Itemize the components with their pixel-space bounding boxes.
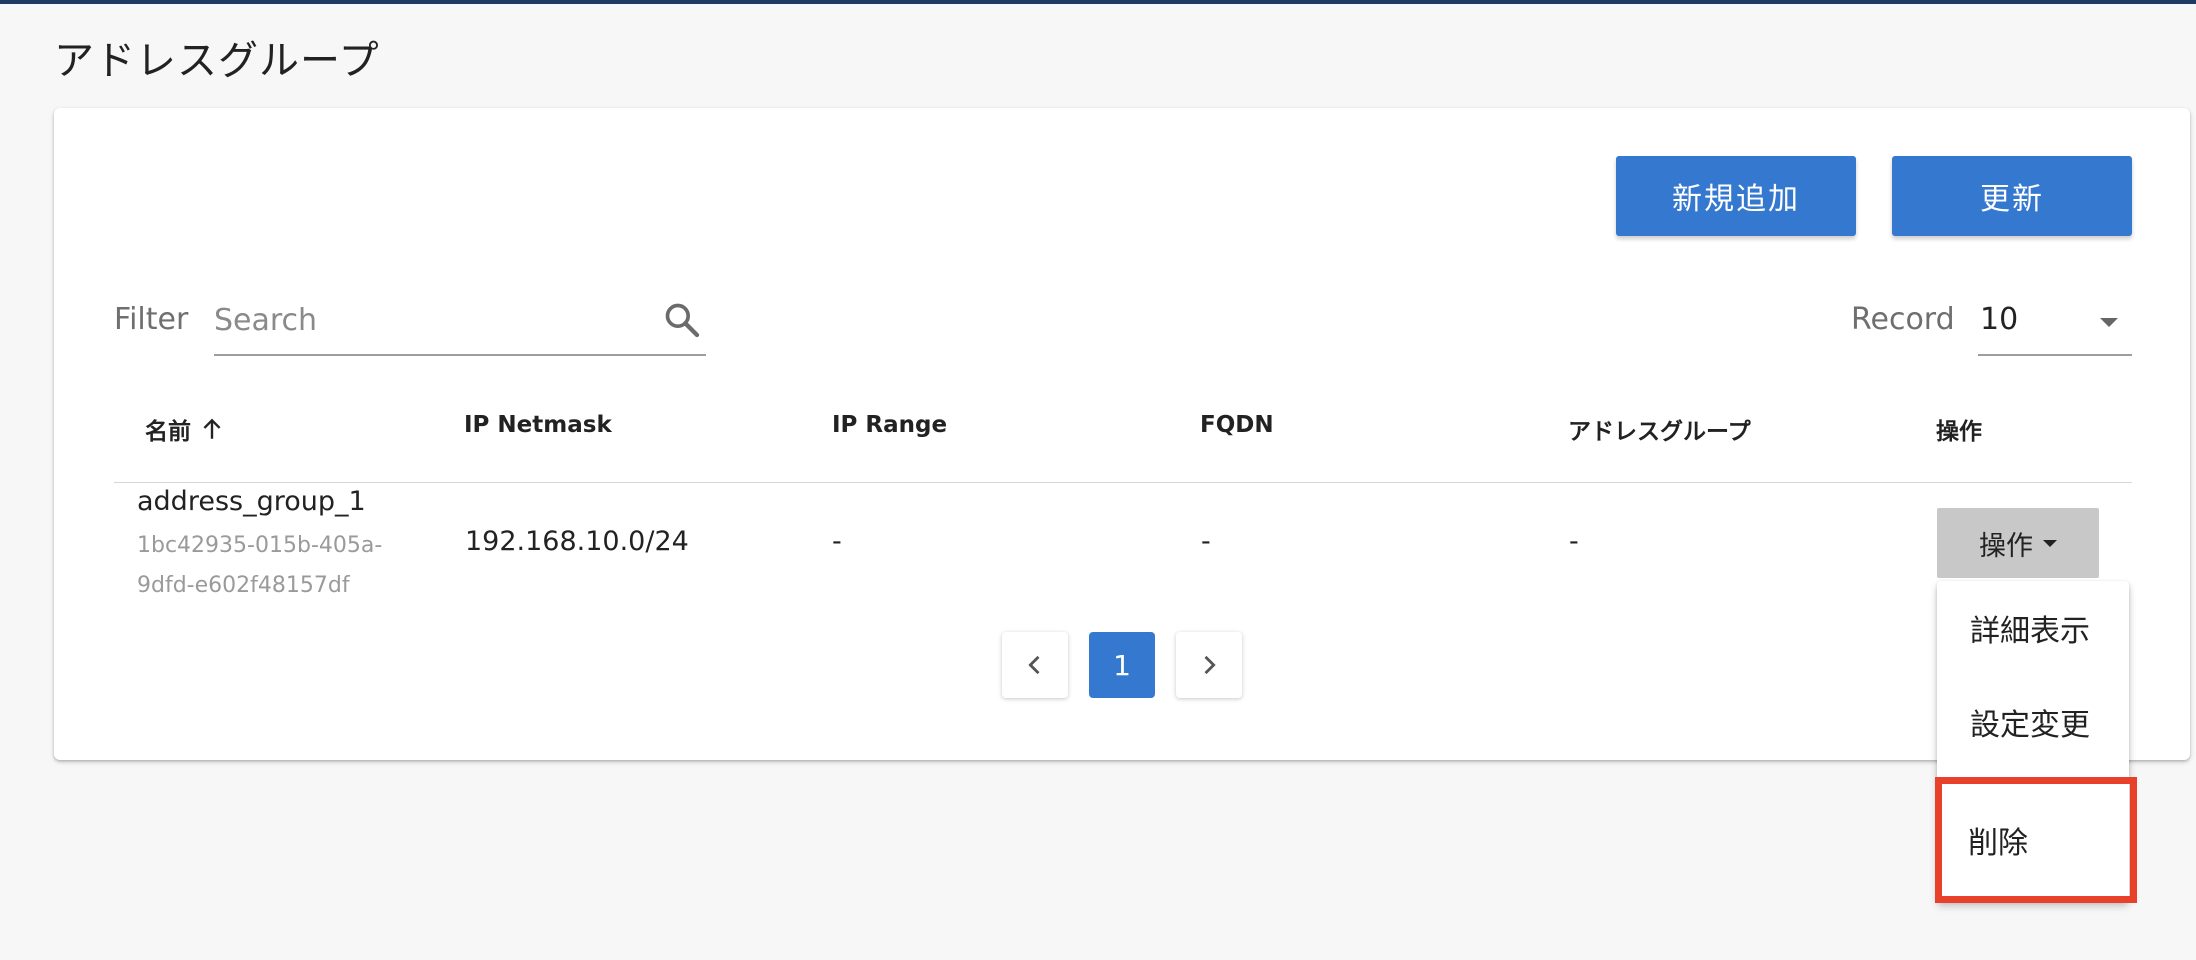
record-label: Record	[1851, 302, 1955, 337]
table-header-divider	[114, 482, 2132, 483]
menu-item-label: 削除	[1968, 826, 2028, 861]
chevron-left-icon	[1028, 655, 1040, 675]
row-actions-menu: 詳細表示 設定変更 削除	[1935, 581, 2137, 903]
menu-item-label: 設定変更	[1970, 708, 2090, 743]
row-fqdn: -	[1201, 526, 1211, 557]
top-bar	[0, 0, 2196, 4]
search-input[interactable]	[214, 288, 654, 352]
caret-down-icon	[2043, 539, 2057, 547]
filter-label: Filter	[114, 302, 189, 337]
row-id: 1bc42935-015b-405a- 9dfd-e602f48157df	[137, 526, 437, 606]
column-header-ip-range[interactable]: IP Range	[832, 412, 947, 438]
menu-item-delete[interactable]: 削除	[1935, 777, 2137, 903]
column-header-name[interactable]: 名前	[145, 412, 225, 446]
column-header-label: 名前	[145, 419, 191, 445]
record-count-value: 10	[1980, 302, 2019, 337]
column-header-fqdn[interactable]: FQDN	[1200, 412, 1274, 438]
sort-arrow-up-icon	[203, 418, 221, 439]
add-new-button[interactable]: 新規追加	[1616, 156, 1856, 236]
pagination-page-button[interactable]: 1	[1089, 632, 1155, 698]
refresh-button[interactable]: 更新	[1892, 156, 2132, 236]
column-header-address-group[interactable]: アドレスグループ	[1568, 412, 1751, 446]
row-address-group: -	[1569, 526, 1579, 557]
content-card: 新規追加 更新 Filter Record 10 名前 IP Netmask I…	[54, 108, 2190, 760]
pagination-next-button[interactable]	[1176, 632, 1242, 698]
caret-down-icon	[2100, 318, 2118, 327]
pagination-prev-button[interactable]	[1002, 632, 1068, 698]
search-icon[interactable]	[662, 300, 702, 340]
menu-item-label: 詳細表示	[1970, 614, 2090, 649]
row-id-line: 9dfd-e602f48157df	[137, 573, 350, 598]
row-actions-label: 操作	[1979, 530, 2033, 562]
row-name: address_group_1	[137, 486, 366, 517]
column-header-ip-netmask[interactable]: IP Netmask	[464, 412, 612, 438]
row-actions-button[interactable]: 操作	[1937, 508, 2099, 578]
chevron-right-icon	[1204, 655, 1216, 675]
column-header-actions: 操作	[1936, 419, 1982, 445]
menu-item-details[interactable]: 詳細表示	[1937, 581, 2129, 675]
page-title: アドレスグループ	[54, 38, 380, 84]
row-ip-range: -	[832, 526, 842, 557]
search-field	[214, 288, 706, 356]
row-ip-netmask: 192.168.10.0/24	[465, 526, 689, 557]
row-id-line: 1bc42935-015b-405a-	[137, 533, 383, 558]
record-count-select[interactable]: 10	[1978, 288, 2132, 356]
menu-item-edit[interactable]: 設定変更	[1937, 675, 2129, 769]
